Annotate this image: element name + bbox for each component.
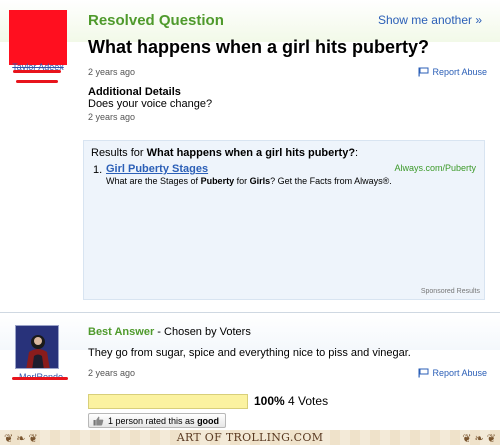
vote-summary: 100% 4 Votes <box>254 394 328 408</box>
report-abuse-label: Report Abuse <box>432 368 487 378</box>
sponsored-desc-part: What are the Stages of <box>106 176 201 186</box>
question-section: Taylor Adeex Resolved Question Show me a… <box>0 0 500 312</box>
additional-details-heading: Additional Details <box>88 86 181 98</box>
sponsored-results-box: Results for What happens when a girl hit… <box>83 140 485 300</box>
best-answer-label: Best Answer - Chosen by Voters <box>88 326 251 338</box>
section-divider <box>0 312 500 313</box>
rated-good-button[interactable]: 1 person rated this as good <box>88 413 227 428</box>
show-me-another-link[interactable]: Show me another » <box>378 13 482 27</box>
show-me-another-label: Show me another » <box>377 13 482 27</box>
flag-icon <box>418 368 429 378</box>
vote-percent-label: 100% <box>254 394 285 408</box>
redaction-line <box>12 377 68 380</box>
question-time: 2 years ago <box>88 67 136 77</box>
sponsored-heading-suffix: : <box>355 147 359 159</box>
sponsored-heading-prefix: Results for <box>91 147 147 159</box>
sponsored-desc-part: Puberty <box>200 176 235 186</box>
additional-details-text: Does your voice change? <box>88 98 213 110</box>
flag-icon <box>418 67 429 77</box>
votes-count-label: 4 Votes <box>284 394 329 408</box>
vote-bar-fill <box>89 395 247 408</box>
sponsored-heading-query: What happens when a girl hits puberty? <box>146 147 356 159</box>
sponsored-item-number: 1. <box>93 164 103 176</box>
answerer-avatar[interactable] <box>15 325 59 369</box>
additional-details-time: 2 years ago <box>88 112 136 122</box>
watermark-text: ART OF TROLLING.COM <box>176 431 324 444</box>
sponsored-desc-part: ? Get the Facts from Always®. <box>270 176 392 186</box>
watermark-strip: ❦ ❧ ❦ ART OF TROLLING.COM ❦ ❧ ❦ <box>0 430 500 445</box>
ornament-icon: ❦ ❧ ❦ <box>462 433 496 445</box>
avatar-figure-icon <box>16 326 58 368</box>
answer-text: They go from sugar, spice and everything… <box>88 347 411 359</box>
answer-report-abuse-link[interactable]: Report Abuse <box>418 368 487 378</box>
answer-time: 2 years ago <box>88 368 136 378</box>
question-title: What happens when a girl hits puberty? <box>88 37 430 57</box>
redaction-line <box>16 80 58 83</box>
chosen-by-label: - Chosen by Voters <box>154 326 251 338</box>
rate-prefix: 1 person rated this as <box>108 415 198 426</box>
sponsored-results-footer[interactable]: Sponsored Results <box>421 288 480 295</box>
rate-good: good <box>197 415 220 426</box>
resolved-question-label: Resolved Question <box>88 12 224 29</box>
sponsored-desc-part: for <box>234 176 250 186</box>
sponsored-heading: Results for What happens when a girl hit… <box>91 147 358 159</box>
ornament-icon: ❦ ❧ ❦ <box>4 433 38 445</box>
sponsored-description: What are the Stages of Puberty for Girls… <box>106 176 392 186</box>
question-report-abuse-link[interactable]: Report Abuse <box>418 67 487 77</box>
sponsored-link[interactable]: Girl Puberty Stages <box>106 163 208 175</box>
sponsored-url[interactable]: Always.com/Puberty <box>394 163 476 173</box>
redaction-line <box>13 70 61 73</box>
vote-percentage-bar <box>88 394 248 409</box>
report-abuse-label: Report Abuse <box>432 67 487 77</box>
asker-avatar[interactable] <box>9 10 67 65</box>
sponsored-desc-part: Girls <box>249 176 271 186</box>
thumbs-up-icon <box>93 416 104 425</box>
best-answer-title: Best Answer <box>88 326 155 338</box>
rate-label: 1 person rated this as good <box>108 416 219 426</box>
